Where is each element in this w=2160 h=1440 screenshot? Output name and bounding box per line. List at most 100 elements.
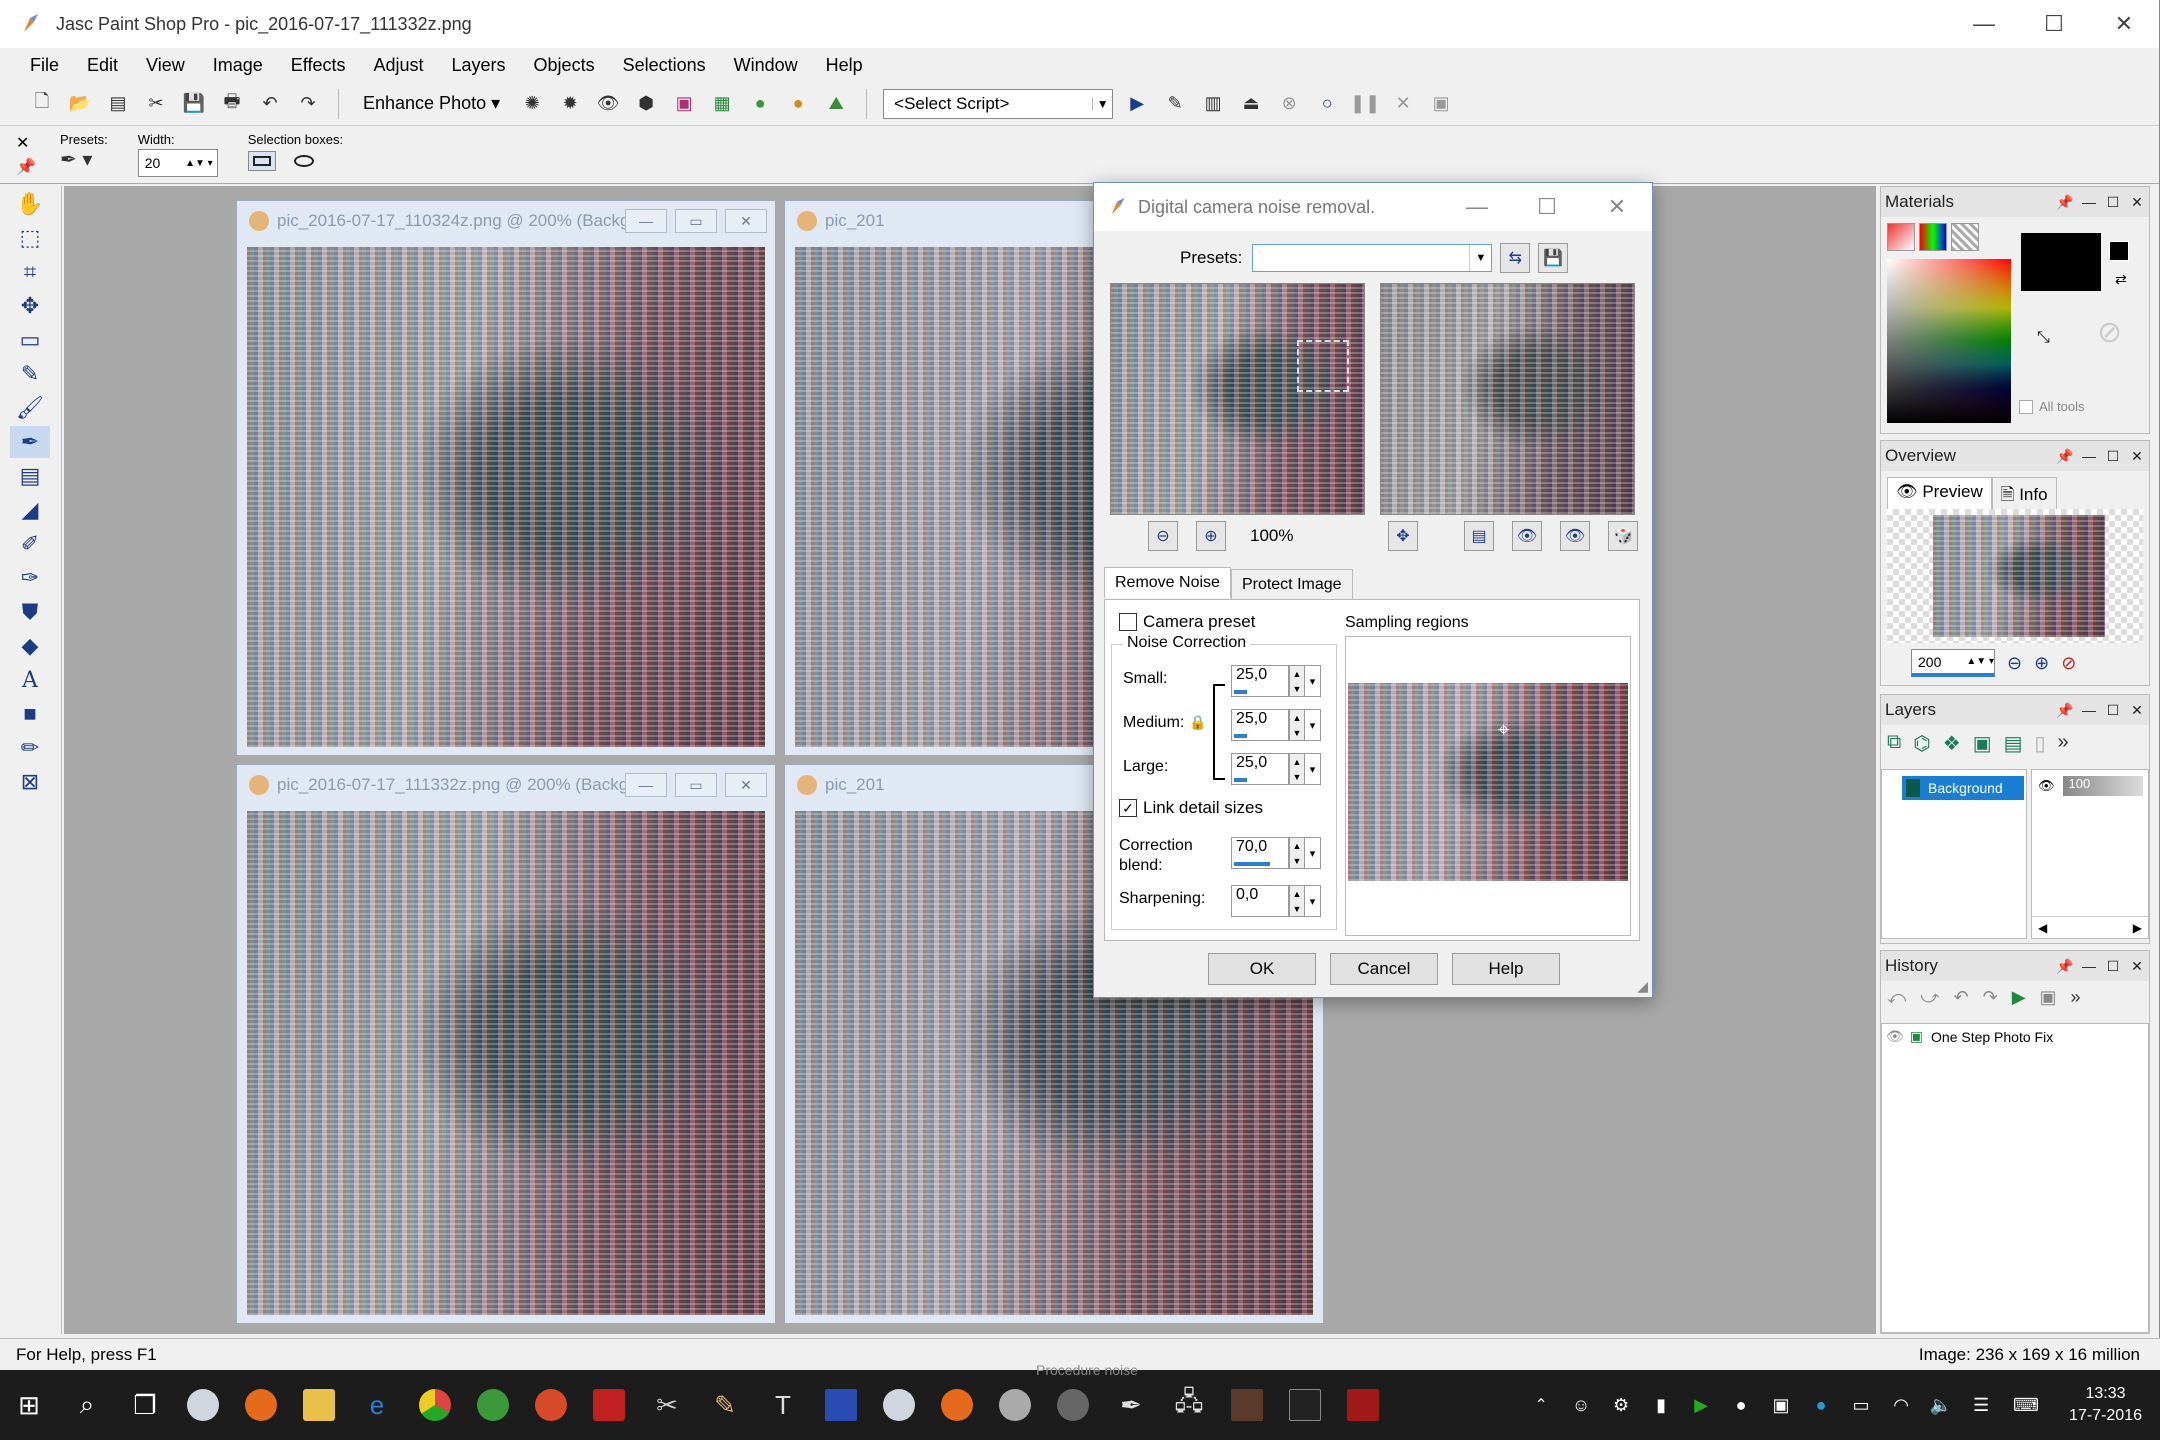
menu-edit[interactable]: Edit xyxy=(73,55,132,76)
deform-icon[interactable]: ⊠ xyxy=(10,766,50,798)
edge-icon[interactable]: e xyxy=(348,1370,406,1440)
new-file-icon[interactable]: 🗋 xyxy=(28,90,56,118)
correction-blend-spinner[interactable]: 70,0 ▲ ▼ ▾ xyxy=(1231,836,1323,870)
foreground-swatch[interactable] xyxy=(2021,233,2101,291)
layer-group-icon[interactable]: ❖ xyxy=(1943,731,1961,756)
app-taskbar-icon[interactable] xyxy=(870,1370,928,1440)
tray-app-icon[interactable]: ▮ xyxy=(1641,1370,1681,1440)
rectangle-selection-button[interactable] xyxy=(247,151,276,171)
script-toggle-icon[interactable]: ⏏ xyxy=(1237,90,1265,118)
app-taskbar-icon[interactable]: ✂ xyxy=(638,1370,696,1440)
minimize-icon[interactable]: — xyxy=(2077,194,2101,210)
maximize-icon[interactable]: ☐ xyxy=(2101,448,2125,465)
selection-icon[interactable]: ⬚ xyxy=(10,222,50,254)
camera-preset-checkbox[interactable]: Camera preset xyxy=(1119,612,1255,632)
zoom-reset-icon[interactable]: ⊘ xyxy=(2061,653,2076,674)
search-icon[interactable]: ⌕ xyxy=(58,1370,116,1440)
fill-icon[interactable]: ▤ xyxy=(10,460,50,492)
tray-app-icon[interactable]: ☺ xyxy=(1561,1370,1601,1440)
notification-icon[interactable]: ☰ xyxy=(1961,1370,2001,1440)
clone-brush-icon[interactable]: ✒ xyxy=(10,426,50,458)
sampling-image[interactable]: ⌖ xyxy=(1348,683,1628,881)
menu-selections[interactable]: Selections xyxy=(609,55,720,76)
layer-mask-icon[interactable]: ▣ xyxy=(1973,731,1992,756)
delete-layer-icon[interactable]: ▯ xyxy=(2035,731,2046,756)
close-icon[interactable]: ✕ xyxy=(2125,194,2149,211)
ellipse-selection-button[interactable] xyxy=(290,151,318,171)
eraser-icon[interactable]: ◢ xyxy=(10,494,50,526)
scan-icon[interactable]: ✂ xyxy=(142,90,170,118)
fix-color-icon[interactable]: ✺ xyxy=(518,90,546,118)
text-icon[interactable]: A xyxy=(10,664,50,696)
paint-brush-icon[interactable]: 🖌 xyxy=(10,392,50,424)
tray-app-icon[interactable]: ▣ xyxy=(1761,1370,1801,1440)
marquee-icon[interactable]: ▭ xyxy=(10,324,50,356)
menu-layers[interactable]: Layers xyxy=(438,55,520,76)
close-button[interactable]: ✕ xyxy=(2089,0,2159,48)
save-script-icon[interactable]: ▣ xyxy=(2040,987,2057,1008)
run-script-icon[interactable]: ▶ xyxy=(1123,90,1151,118)
sstv-icon[interactable] xyxy=(812,1370,870,1440)
menu-view[interactable]: View xyxy=(132,55,199,76)
flood-fill-icon[interactable]: ⛊ xyxy=(10,596,50,628)
presets-brush-icon[interactable]: ✒ ▾ xyxy=(60,147,108,172)
minimize-button[interactable]: — xyxy=(1949,0,2019,48)
tray-app-icon[interactable]: ● xyxy=(1801,1370,1841,1440)
width-input[interactable]: 20 ▲▼ ▾ xyxy=(137,149,218,177)
file-explorer-icon[interactable] xyxy=(290,1370,348,1440)
app-taskbar-icon[interactable] xyxy=(174,1370,232,1440)
tab-remove-noise[interactable]: Remove Noise xyxy=(1104,567,1231,598)
gradient-tab-icon[interactable] xyxy=(1919,223,1947,251)
chrome-icon[interactable] xyxy=(406,1370,464,1440)
help-button[interactable]: Help xyxy=(1452,953,1560,985)
wifi-icon[interactable]: ◠ xyxy=(1881,1370,1921,1440)
all-tools-checkbox[interactable]: All tools xyxy=(2019,399,2085,414)
quickscript-icon[interactable]: ▶ xyxy=(2012,987,2026,1008)
document-window[interactable]: pic_2016-07-17_111332z.png @ 200% (Backg… xyxy=(236,764,776,1324)
volume-icon[interactable]: 🔈 xyxy=(1921,1370,1961,1440)
new-adjustment-layer-icon[interactable]: ⌬ xyxy=(1913,731,1930,756)
layer-item-background[interactable]: Background xyxy=(1902,776,2024,800)
zoom-in-icon[interactable]: ⊕ xyxy=(1196,521,1226,551)
app-taskbar-icon[interactable] xyxy=(986,1370,1044,1440)
terminal-icon[interactable] xyxy=(1276,1370,1334,1440)
firefox-icon[interactable] xyxy=(232,1370,290,1440)
eye-icon[interactable]: 👁 xyxy=(1886,1028,1904,1045)
pattern-tab-icon[interactable] xyxy=(1951,223,1979,251)
landscape-icon[interactable]: ⛰ xyxy=(822,90,850,118)
more-icon[interactable]: » xyxy=(2071,987,2081,1008)
stop-script-icon[interactable]: ⊗ xyxy=(1275,90,1303,118)
doc-minimize-button[interactable]: — xyxy=(625,209,667,233)
maximize-icon[interactable]: ☐ xyxy=(2101,702,2125,719)
app-taskbar-icon[interactable] xyxy=(1334,1370,1392,1440)
tray-app-icon[interactable]: ⚙ xyxy=(1601,1370,1641,1440)
app-taskbar-icon[interactable] xyxy=(1044,1370,1102,1440)
tray-app-icon[interactable]: ▶ xyxy=(1681,1370,1721,1440)
app-taskbar-icon[interactable] xyxy=(580,1370,638,1440)
menu-window[interactable]: Window xyxy=(720,55,812,76)
palette-close-icon[interactable]: ✕ 📌 xyxy=(16,132,36,180)
script-select[interactable]: <Select Script> ▼ xyxy=(883,88,1114,119)
airbrush-icon[interactable]: ✑ xyxy=(10,562,50,594)
eraser-block-icon[interactable]: ◆ xyxy=(10,630,50,662)
eye-icon[interactable]: 👁 xyxy=(2038,778,2055,794)
pan-icon[interactable]: ✥ xyxy=(1388,521,1418,551)
edit-script-icon[interactable]: ✎ xyxy=(1161,90,1189,118)
maximize-button[interactable]: ☐ xyxy=(2019,0,2089,48)
large-spinner[interactable]: 25,0 ▲ ▼ ▾ xyxy=(1231,752,1323,786)
firefox-icon[interactable] xyxy=(928,1370,986,1440)
overview-thumbnail[interactable] xyxy=(1933,515,2105,637)
color-tab-icon[interactable] xyxy=(1887,223,1915,251)
document-image[interactable] xyxy=(247,811,765,1315)
undo-icon[interactable]: ↶ xyxy=(1954,987,1969,1008)
auto-proof-icon[interactable]: 👁 xyxy=(1560,521,1590,551)
cube-icon[interactable]: ⬢ xyxy=(632,90,660,118)
link-detail-checkbox[interactable]: ✓ Link detail sizes xyxy=(1119,798,1263,818)
open-folder-icon[interactable]: 📂 xyxy=(66,90,94,118)
photo-adjust-icon[interactable]: ▣ xyxy=(670,90,698,118)
close-icon[interactable]: ✕ xyxy=(2125,958,2149,975)
pin-icon[interactable]: 📌 xyxy=(2053,702,2077,719)
maximize-icon[interactable]: ☐ xyxy=(2101,958,2125,975)
doc-close-button[interactable]: ✕ xyxy=(725,209,767,233)
menu-help[interactable]: Help xyxy=(812,55,877,76)
